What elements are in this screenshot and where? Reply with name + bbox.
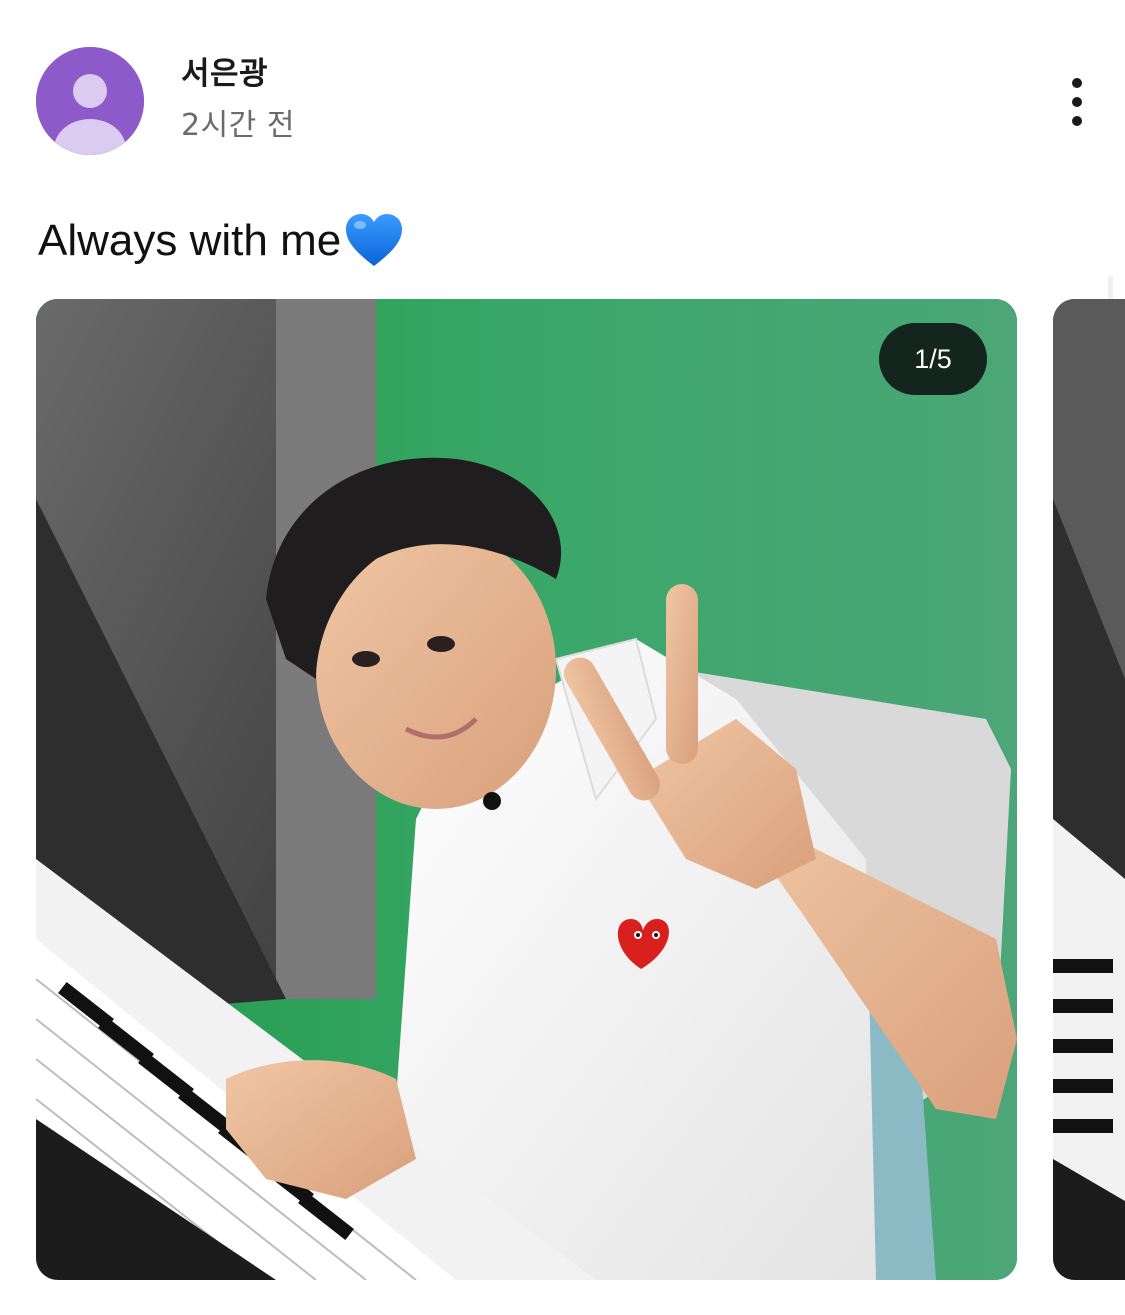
- carousel-page-counter: 1/5: [879, 323, 987, 395]
- vertical-ellipsis-icon: [1072, 78, 1082, 126]
- next-photo-image: [1053, 299, 1125, 1280]
- blue-heart-emoji-icon: [346, 214, 403, 266]
- more-options-button[interactable]: [1054, 74, 1100, 130]
- carousel-next-photo-peek[interactable]: [1053, 299, 1125, 1280]
- default-user-avatar-icon: [36, 47, 144, 155]
- author-avatar[interactable]: [36, 47, 144, 155]
- caption-text: Always with me: [38, 216, 342, 265]
- carousel-photo[interactable]: 1/5: [36, 299, 1017, 1280]
- post-timestamp: 2시간 전: [181, 108, 295, 143]
- photo-image: [36, 299, 1017, 1280]
- post-card: 서은광 2시간 전 Always with me 1/5: [0, 0, 1125, 1315]
- author-name[interactable]: 서은광: [181, 54, 268, 94]
- post-caption: Always with me: [38, 210, 405, 272]
